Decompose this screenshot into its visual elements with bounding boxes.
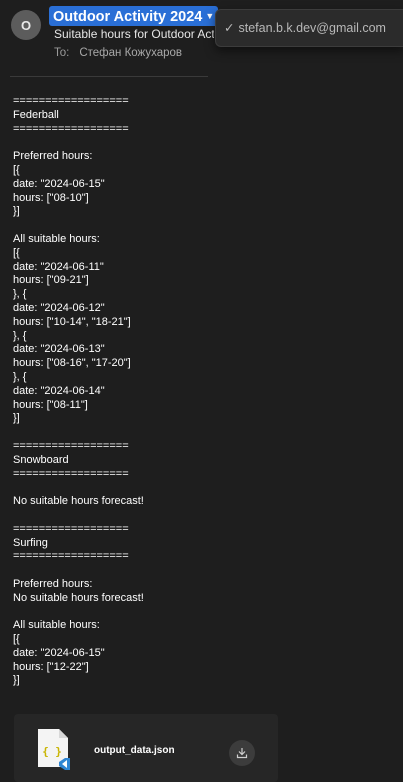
account-popup: ✓ stefan.b.k.dev@gmail.com <box>215 9 403 47</box>
body-line: ================== <box>13 439 129 452</box>
body-line <box>13 136 393 150</box>
body-line: [{ <box>13 633 20 646</box>
sender-button[interactable]: Outdoor Activity 2024 ▼ <box>49 6 219 26</box>
body-line: hours: ["08-11"] <box>13 398 88 411</box>
sender-name: Outdoor Activity 2024 <box>53 9 203 25</box>
body-line: Preferred hours: <box>13 150 93 163</box>
body-line: date: "2024-06-15" <box>13 177 105 190</box>
body-line: }, { <box>13 288 27 301</box>
recipient-name[interactable]: Стефан Кожухаров <box>79 47 182 59</box>
body-line: ================== <box>13 122 129 135</box>
body-line: date: "2024-06-15" <box>13 646 105 659</box>
body-line: }] <box>13 412 20 425</box>
body-line: All suitable hours: <box>13 232 100 245</box>
to-label: To: <box>54 47 70 59</box>
body-line: [{ <box>13 163 20 176</box>
body-line: ================== <box>13 522 129 535</box>
body-line: hours: ["08-16", "17-20"] <box>13 357 131 370</box>
json-glyph: { } <box>42 745 62 758</box>
body-line: date: "2024-06-12" <box>13 301 105 314</box>
body-line: Preferred hours: <box>13 577 93 590</box>
body-line: hours: ["08-10"] <box>13 191 89 204</box>
body-line: Federball <box>13 108 59 121</box>
body-line: hours: ["09-21"] <box>13 274 89 287</box>
body-line <box>13 509 393 523</box>
body-line: }, { <box>13 329 27 342</box>
body-line: }, { <box>13 370 27 383</box>
body-line: ================== <box>13 467 129 480</box>
body-line: All suitable hours: <box>13 619 100 632</box>
download-button[interactable] <box>229 740 255 766</box>
chevron-down-icon: ▼ <box>205 11 215 21</box>
body-line: date: "2024-06-11" <box>13 260 104 273</box>
body-line: date: "2024-06-14" <box>13 384 105 397</box>
body-line: date: "2024-06-13" <box>13 343 105 356</box>
attachment-card[interactable]: { } output_data.json <box>14 714 278 782</box>
account-email: stefan.b.k.dev@gmail.com <box>238 21 386 35</box>
body-line <box>13 481 393 495</box>
body-line: hours: ["10-14", "18-21"] <box>13 315 131 328</box>
message-body: ================== Federball =============… <box>13 95 393 688</box>
message-subject: Suitable hours for Outdoor Activities <box>54 27 214 41</box>
body-line: Surfing <box>13 536 48 549</box>
account-menu-item[interactable]: ✓ stefan.b.k.dev@gmail.com <box>224 20 386 35</box>
body-line <box>13 219 393 233</box>
body-line: ================== <box>13 95 129 107</box>
body-line <box>13 564 393 578</box>
json-file-icon: { } <box>38 729 70 770</box>
body-line: }] <box>13 674 20 687</box>
body-line <box>13 426 393 440</box>
checkmark-icon: ✓ <box>224 21 235 35</box>
body-line <box>13 605 393 619</box>
body-line: Snowboard <box>13 453 69 466</box>
header-divider <box>10 76 208 77</box>
body-line: No suitable hours forecast! <box>13 591 144 604</box>
download-icon <box>236 748 248 759</box>
recipient-line: To: Стефан Кожухаров <box>54 47 182 59</box>
body-line: No suitable hours forecast! <box>13 495 144 508</box>
attachment-file-name: output_data.json <box>94 745 175 756</box>
body-line: }] <box>13 205 20 218</box>
body-line: [{ <box>13 246 20 259</box>
sender-avatar: O <box>11 10 41 40</box>
body-line: hours: ["12-22"] <box>13 660 89 673</box>
body-line: ================== <box>13 550 129 563</box>
